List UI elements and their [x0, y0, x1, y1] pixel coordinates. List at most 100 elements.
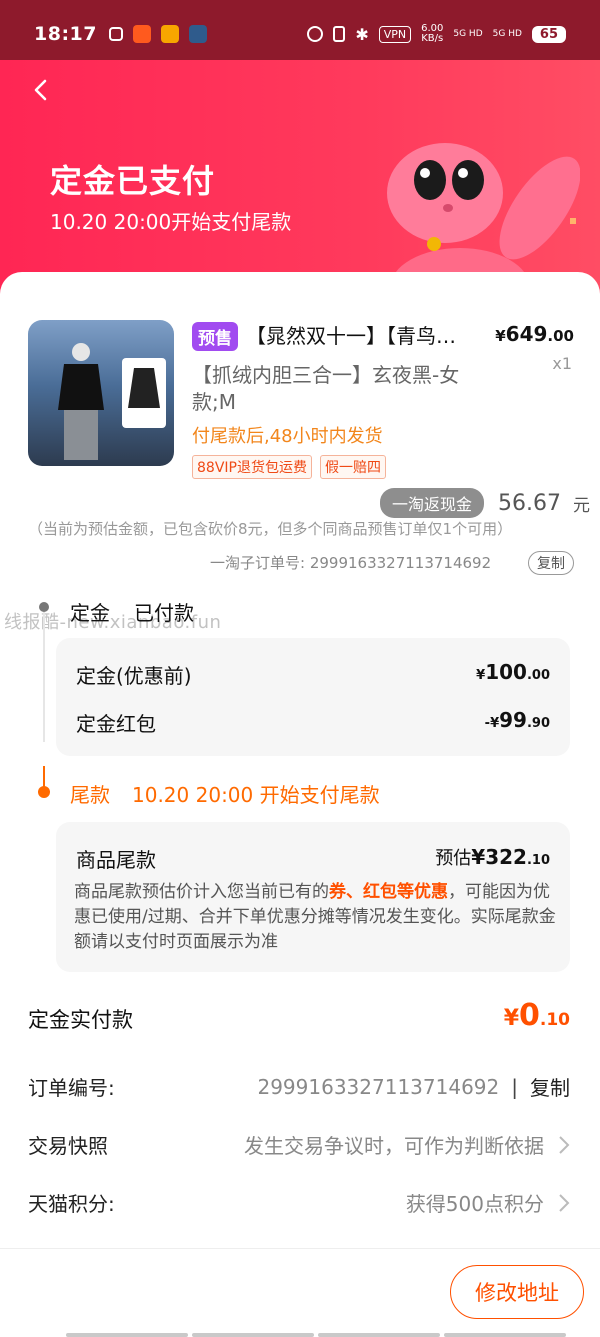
signal-1: 5G HD [453, 29, 483, 39]
speed-unit: KB/s [421, 33, 444, 44]
paid-amount: ¥0.10 [504, 998, 570, 1033]
product-inset-thumbnail [122, 358, 166, 428]
desc-highlight: 红包等优惠 [363, 882, 448, 902]
snapshot-row[interactable]: 交易快照 发生交易争议时，可作为判断依据 [28, 1130, 570, 1159]
bottom-action-bar: 修改地址 [0, 1248, 600, 1337]
points-label: 天猫积分: [28, 1192, 115, 1216]
presale-tag: 预售 [192, 322, 238, 351]
chevron-right-icon [559, 1135, 570, 1154]
taobao-app-icon [132, 25, 151, 43]
vpn-indicator: VPN [378, 25, 412, 43]
estimate-prefix: 预估 [435, 848, 472, 869]
estimate-dec: .10 [526, 853, 550, 868]
balance-description: 商品尾款预估价计入您当前已有的券、红包等优惠，可能因为优惠已使用/过期、合并下单… [74, 880, 560, 955]
desc-highlight: 、 [346, 882, 363, 902]
order-number-label: 订单编号: [28, 1076, 115, 1100]
amount-dec: .00 [526, 668, 550, 683]
network-speed: 6.00 KB/s [421, 24, 443, 44]
price-int: 649 [505, 322, 548, 346]
deposit-row-label: 定金红包 [76, 712, 156, 736]
deposit-status: 已付款 [134, 601, 194, 625]
bluetooth-icon: ✱ [355, 24, 369, 44]
gesture-bar [66, 1333, 566, 1337]
price-symbol: ¥ [495, 327, 506, 345]
amount-prefix: -¥ [484, 716, 500, 731]
cashback-unit: 元 [573, 495, 590, 516]
service-badges: 88VIP退货包运费 假一赔四 [192, 455, 386, 479]
amount-int: 99 [499, 708, 527, 732]
deposit-row-original: 定金(优惠前) ¥100.00 [76, 660, 550, 689]
snapshot-label: 交易快照 [28, 1134, 108, 1158]
paid-dec: .10 [539, 1010, 570, 1030]
modify-address-button[interactable]: 修改地址 [450, 1265, 584, 1319]
paid-symbol: ¥ [503, 1006, 519, 1031]
product-quantity: x1 [552, 354, 572, 373]
desc-text: 商品尾款预估价计入您当前已有的 [74, 882, 329, 902]
shipping-note: 付尾款后,48小时内发货 [192, 426, 383, 447]
product-image[interactable] [28, 320, 174, 466]
product-price: ¥649.00 [495, 322, 574, 346]
timeline-line [43, 612, 45, 742]
amount-prefix: ¥ [476, 668, 486, 683]
cashback-amount: 56.67 [498, 490, 561, 516]
timeline-dot-balance [38, 786, 50, 798]
order-detail-card: 预售 【晁然双十一】【青鸟… ¥649.00 x1 【抓绒内胆三合一】玄夜黑-女… [0, 272, 600, 1252]
chevron-left-icon [34, 79, 47, 101]
copy-order-button[interactable]: 复制 [530, 1072, 570, 1101]
battery-indicator: 65 [531, 25, 566, 43]
app-icon [188, 25, 207, 43]
paid-label: 定金实付款 [28, 1008, 133, 1032]
status-right: ✱ VPN 6.00 KB/s 5G HD 5G HD 65 [307, 24, 566, 44]
cashback-pill: 一淘返现金 [380, 488, 485, 518]
balance-label: 尾款 [70, 783, 110, 807]
desc-highlight: 券 [329, 882, 346, 902]
status-app-icons [108, 25, 207, 43]
deposit-row-amount: ¥100.00 [476, 660, 550, 689]
paid-int: 0 [519, 998, 540, 1033]
estimate-symbol: ¥ [471, 845, 486, 869]
balance-estimate: 预估¥322.10 [435, 844, 550, 870]
status-time: 18:17 [34, 23, 97, 45]
notification-icon [108, 27, 123, 41]
amount-int: 100 [485, 660, 527, 684]
timeline-stem-balance [43, 766, 45, 788]
deposit-row-amount: -¥99.90 [485, 708, 550, 737]
deposit-row-redpacket: 定金红包 -¥99.90 [76, 708, 550, 737]
balance-item-label: 商品尾款 [76, 848, 156, 872]
page-subtitle: 10.20 20:00开始支付尾款 [50, 210, 292, 234]
cashback-row: 一淘返现金 56.67 元 [380, 488, 590, 518]
deposit-box: 定金(优惠前) ¥100.00 定金红包 -¥99.90 [56, 638, 570, 756]
badge-fake-compensation: 假一赔四 [319, 455, 386, 479]
price-dec: .00 [547, 327, 574, 345]
page-title: 定金已支付 [50, 162, 216, 200]
weibo-app-icon [160, 25, 179, 43]
jacket-icon [128, 368, 160, 408]
alarm-icon [307, 26, 324, 42]
order-number-row: 订单编号: 2999163327113714692 | 复制 [28, 1072, 570, 1101]
snapshot-value: 发生交易争议时，可作为判断依据 [244, 1134, 544, 1158]
signal-2: 5G HD [492, 29, 522, 39]
timeline-dot-deposit [39, 602, 49, 612]
order-number-separator: | [511, 1074, 518, 1099]
badge-88vip: 88VIP退货包运费 [192, 455, 312, 479]
estimate-note: （当前为预估金额，已包含砍价8元，但多个同商品预售订单仅1个可用） [28, 520, 513, 538]
copy-suborder-button[interactable]: 复制 [528, 551, 574, 575]
product-sku: 【抓绒内胆三合一】玄夜黑-女款;M [192, 363, 460, 414]
points-value: 获得500点积分 [405, 1192, 544, 1216]
product-title[interactable]: 【晁然双十一】【青鸟… [246, 320, 476, 349]
deposit-label: 定金 [70, 601, 110, 625]
suborder-number: 一淘子订单号: 2999163327113714692 [210, 554, 492, 572]
balance-box: 商品尾款 预估¥322.10 商品尾款预估价计入您当前已有的券、红包等优惠，可能… [56, 822, 570, 972]
estimate-int: 322 [485, 845, 527, 869]
status-bar: 18:17 ✱ VPN 6.00 KB/s 5G HD 5G HD 65 [0, 0, 600, 68]
back-button[interactable] [30, 78, 54, 102]
deposit-row-label: 定金(优惠前) [76, 664, 192, 688]
amount-dec: .90 [526, 716, 550, 731]
order-number-value: 2999163327113714692 [257, 1074, 500, 1099]
mute-icon [333, 26, 346, 42]
balance-time: 10.20 20:00 开始支付尾款 [132, 783, 380, 807]
points-row[interactable]: 天猫积分: 获得500点积分 [28, 1188, 570, 1217]
chevron-right-icon [559, 1193, 570, 1212]
order-status-header: 定金已支付 10.20 20:00开始支付尾款 [0, 60, 600, 328]
product-model-figure [58, 343, 104, 460]
